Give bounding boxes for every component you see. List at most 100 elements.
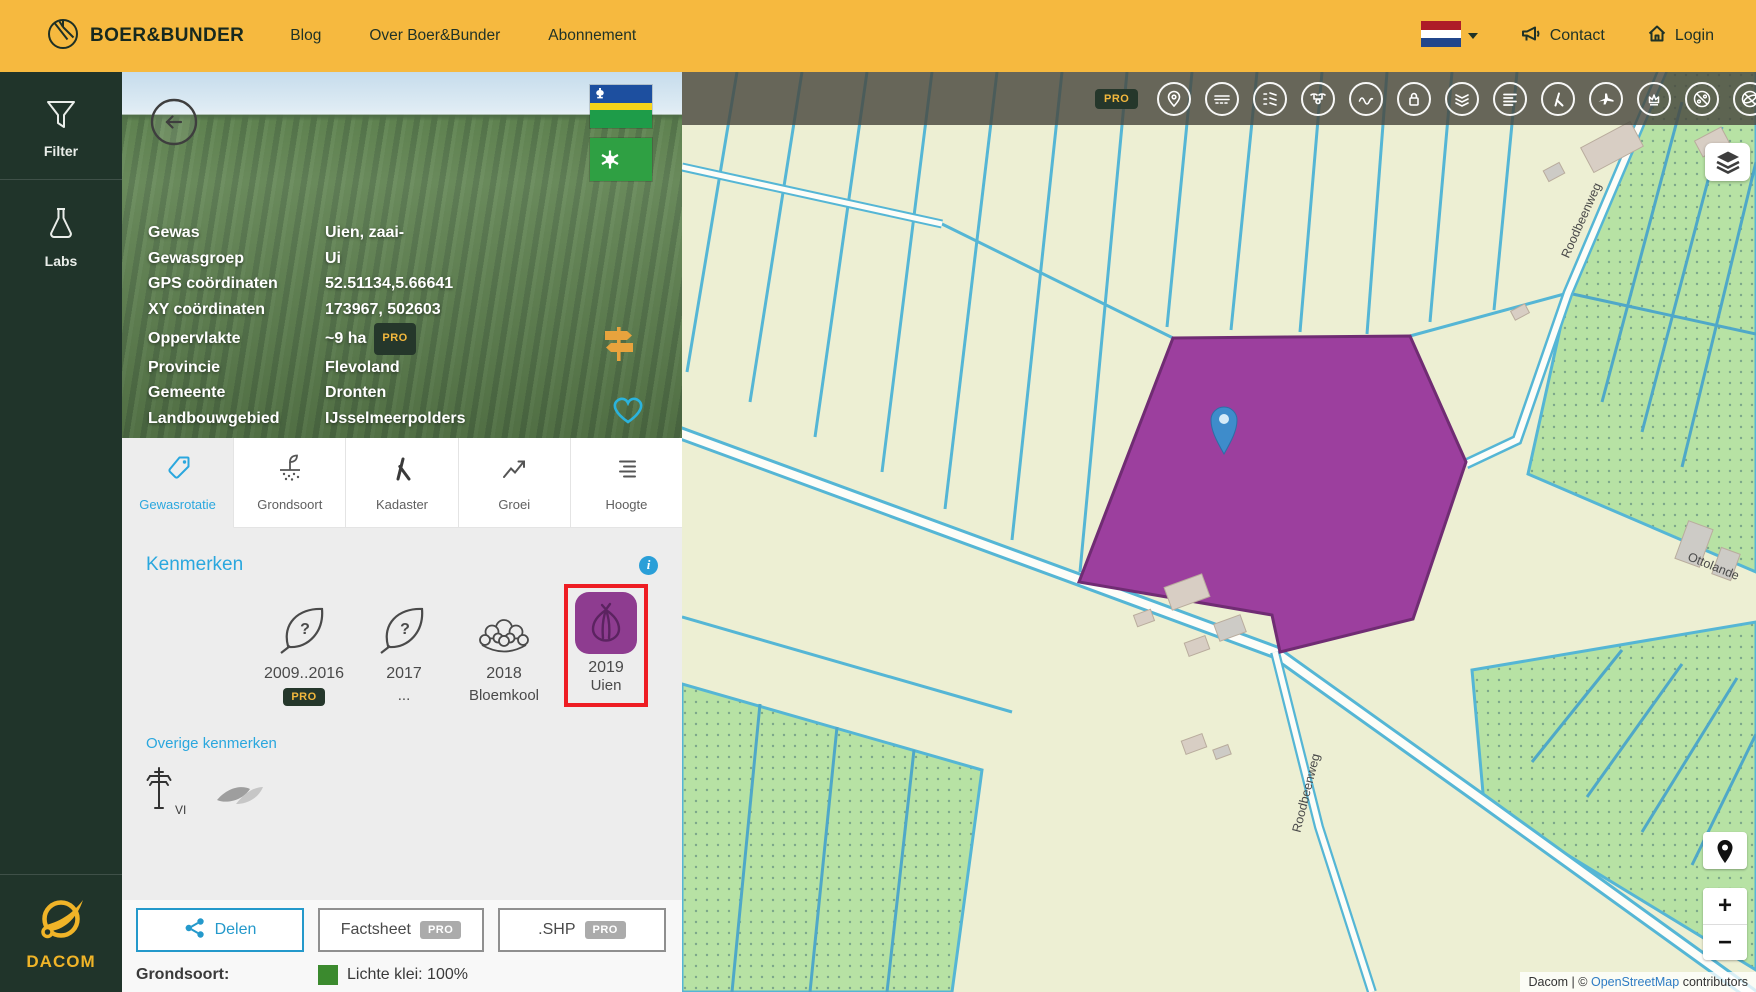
elevation-bars-icon[interactable] xyxy=(1493,82,1527,116)
share-button[interactable]: Delen xyxy=(136,908,304,952)
kadaster-k-icon[interactable] xyxy=(1541,82,1575,116)
grondsoort-swatch xyxy=(318,965,338,985)
nav-abonnement[interactable]: Abonnement xyxy=(548,27,636,45)
trend-up-icon xyxy=(499,453,529,488)
cauliflower-icon xyxy=(473,590,535,660)
lock-icon[interactable] xyxy=(1397,82,1431,116)
property-value: 52.51134,5.66641 xyxy=(325,271,453,297)
field-detail-panel: GewasUien, zaai- GewasgroepUi GPS coördi… xyxy=(122,72,682,992)
favorite-heart-icon[interactable] xyxy=(608,392,648,431)
pro-badge: PRO xyxy=(283,688,324,706)
property-value: 173967, 502603 xyxy=(325,297,441,323)
no-spray-icon[interactable] xyxy=(1685,82,1719,116)
field-properties: GewasUien, zaai- GewasgroepUi GPS coördi… xyxy=(148,220,466,432)
panel-footer: Delen Factsheet PRO .SHP PRO Grondsoort:… xyxy=(122,900,682,992)
dacom-logo-icon xyxy=(34,932,88,949)
zoom-in-button[interactable]: + xyxy=(1703,888,1747,924)
tab-hoogte[interactable]: Hoogte xyxy=(571,438,682,528)
property-label: XY coördinaten xyxy=(148,297,325,323)
grondsoort-legend: Grondsoort: Lichte klei: 100% xyxy=(136,965,668,985)
crop-item-2017[interactable]: ? 2017 ... xyxy=(354,590,454,707)
nav-blog[interactable]: Blog xyxy=(290,27,321,45)
shp-download-button[interactable]: .SHP PRO xyxy=(498,908,666,952)
tab-label: Grondsoort xyxy=(257,497,322,512)
power-pylon-item[interactable]: VI xyxy=(146,764,186,817)
crop-item-2019-selected[interactable]: 2019 Uien xyxy=(554,584,658,707)
funnel-icon xyxy=(43,117,79,134)
coat-of-arms-icon[interactable] xyxy=(1637,82,1671,116)
crop-year: 2017 xyxy=(386,665,422,683)
osm-link[interactable]: OpenStreetMap xyxy=(1591,975,1679,989)
tab-gewasrotatie[interactable]: Gewasrotatie xyxy=(122,438,234,528)
crop-sub: Uien xyxy=(591,677,622,697)
login-label: Login xyxy=(1675,27,1714,45)
property-value: IJsselmeerpolders xyxy=(325,406,466,432)
signpost-icon[interactable] xyxy=(598,322,640,369)
share-icon xyxy=(184,917,206,944)
soil-plant-icon xyxy=(275,453,305,488)
map-marker-icon[interactable] xyxy=(1157,82,1191,116)
locate-button[interactable] xyxy=(1703,832,1747,869)
airplane-icon[interactable] xyxy=(1589,82,1623,116)
property-value: ~9 ha xyxy=(325,326,366,352)
overige-kenmerken-title: Overige kenmerken xyxy=(146,735,658,752)
chevron-down-icon xyxy=(1468,33,1478,39)
region-flags xyxy=(590,85,652,181)
soil-profile-icon[interactable] xyxy=(1253,82,1287,116)
sidebar-item-labs[interactable]: Labs xyxy=(0,179,122,289)
contact-link[interactable]: Contact xyxy=(1520,24,1605,48)
sidebar-item-filter[interactable]: Filter xyxy=(0,72,122,179)
tab-label: Gewasrotatie xyxy=(139,497,216,512)
crop-item-2018[interactable]: 2018 Bloemkool xyxy=(454,590,554,707)
filter-label: Filter xyxy=(0,143,122,159)
factsheet-label: Factsheet xyxy=(341,921,411,939)
property-label: Gewasgroep xyxy=(148,246,325,272)
kadaster-icon xyxy=(387,453,417,488)
brand-logo-icon xyxy=(46,17,80,56)
crop-rotation-row: ? 2009..2016 PRO ? 2017 ... 2018 xyxy=(146,584,658,707)
attribution-suffix: contributors xyxy=(1679,975,1748,989)
back-button[interactable] xyxy=(150,98,198,146)
pro-badge: PRO xyxy=(1095,89,1138,109)
tab-label: Hoogte xyxy=(605,497,647,512)
crop-item-2009-2016[interactable]: ? 2009..2016 PRO xyxy=(254,590,354,707)
swoosh-icon[interactable] xyxy=(214,776,266,817)
drone-icon[interactable] xyxy=(1301,82,1335,116)
tab-groei[interactable]: Groei xyxy=(459,438,571,528)
login-link[interactable]: Login xyxy=(1647,24,1714,48)
pro-badge: PRO xyxy=(420,921,461,939)
crop-year: 2018 xyxy=(486,665,522,683)
info-icon[interactable]: i xyxy=(639,556,658,575)
topbar: BOER&BUNDER Blog Over Boer&Bunder Abonne… xyxy=(0,0,1756,72)
pylon-label: VI xyxy=(175,803,186,817)
dacom-logo[interactable]: DACOM xyxy=(0,874,122,992)
map-toolbar: PRO xyxy=(682,72,1756,125)
no-satellite-icon[interactable] xyxy=(1733,82,1756,116)
field-photo: GewasUien, zaai- GewasgroepUi GPS coördi… xyxy=(122,72,682,438)
top-nav: Blog Over Boer&Bunder Abonnement xyxy=(290,27,636,45)
brand[interactable]: BOER&BUNDER xyxy=(46,17,244,56)
property-value: Uien, zaai- xyxy=(325,220,404,246)
nav-over[interactable]: Over Boer&Bunder xyxy=(369,27,500,45)
zoom-out-button[interactable]: − xyxy=(1703,924,1747,960)
factsheet-button[interactable]: Factsheet PRO xyxy=(318,908,484,952)
worm-icon[interactable] xyxy=(1349,82,1383,116)
tab-kadaster[interactable]: Kadaster xyxy=(346,438,458,528)
drainage-icon[interactable] xyxy=(1205,82,1239,116)
tab-grondsoort[interactable]: Grondsoort xyxy=(234,438,346,528)
crop-sub: Bloemkool xyxy=(469,687,539,707)
layers-button[interactable] xyxy=(1705,143,1750,181)
crop-year: 2009..2016 xyxy=(264,665,344,683)
location-pin-icon xyxy=(1714,838,1736,864)
map-canvas[interactable]: Roodbeenweg Roodbeenweg Ottolande xyxy=(682,72,1756,992)
soil-layers-icon[interactable] xyxy=(1445,82,1479,116)
svg-text:?: ? xyxy=(300,621,310,638)
overige-kenmerken-row: VI xyxy=(146,764,658,817)
elevation-lines-icon xyxy=(611,453,641,488)
language-selector[interactable] xyxy=(1421,21,1478,52)
share-label: Delen xyxy=(215,921,257,939)
icon-rail: Filter Labs DACOM xyxy=(0,72,122,992)
property-label: Provincie xyxy=(148,355,325,381)
property-label: GPS coördinaten xyxy=(148,271,325,297)
map-container: Roodbeenweg Roodbeenweg Ottolande PRO xyxy=(682,72,1756,992)
